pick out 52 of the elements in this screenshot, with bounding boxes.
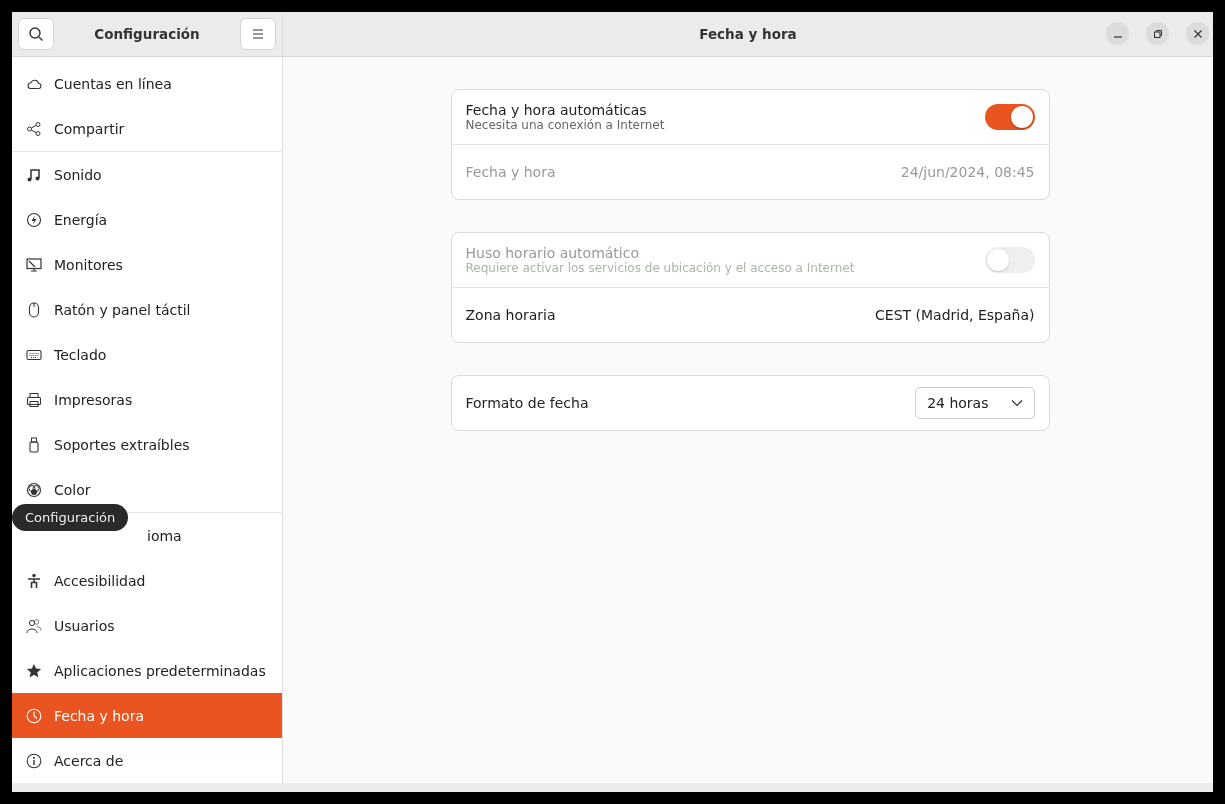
search-icon [28, 26, 44, 42]
restore-icon [1152, 28, 1163, 39]
lightning-icon [26, 211, 42, 228]
row-subtitle: Requiere activar los servicios de ubicación y el acceso a Internet [465, 261, 855, 275]
menu-icon [252, 29, 264, 39]
mouse-icon [26, 301, 42, 318]
row-label: Formato de fecha [465, 395, 589, 411]
search-button[interactable] [18, 18, 54, 50]
sidebar-item[interactable]: Impresoras [12, 377, 282, 422]
users-icon [26, 617, 42, 634]
row-label: Zona horaria [465, 307, 556, 323]
close-button[interactable] [1186, 22, 1209, 45]
clock-icon [26, 707, 42, 724]
row-label: Fecha y hora [465, 164, 556, 180]
sidebar-item[interactable]: Soportes extraíbles [12, 422, 282, 467]
window-title: Fecha y hora [699, 26, 797, 42]
chevron-down-icon [1010, 399, 1023, 407]
minimize-icon [1113, 35, 1122, 38]
star-icon [26, 662, 42, 679]
sidebar-item[interactable]: Fecha y hora [12, 693, 282, 738]
sidebar-item[interactable]: Sonido [12, 152, 282, 197]
sidebar-item[interactable]: Usuarios [12, 603, 282, 648]
monitor-icon [26, 256, 42, 273]
menu-button[interactable] [240, 18, 276, 50]
info-icon [26, 752, 42, 769]
printer-icon [26, 391, 42, 408]
row-value: 24/jun/2024, 08:45 [900, 164, 1035, 180]
row-label: Huso horario automático [465, 245, 640, 261]
restore-button[interactable] [1146, 22, 1169, 45]
sidebar-title: Configuración [94, 26, 200, 42]
tooltip: Configuración [12, 504, 129, 531]
sidebar-item[interactable]: Monitores [12, 242, 282, 287]
row-value: CEST (Madrid, España) [875, 307, 1035, 323]
music-note-icon [26, 166, 42, 183]
color-wheel-icon [26, 481, 42, 498]
usb-drive-icon [26, 436, 42, 453]
sidebar-item[interactable]: Compartir [12, 106, 282, 151]
toggle-switch[interactable] [984, 104, 1035, 130]
minimize-button[interactable] [1106, 22, 1129, 45]
sidebar-item[interactable]: Acerca de [12, 738, 282, 783]
share-icon [26, 120, 42, 137]
sidebar-item[interactable]: Teclado [12, 332, 282, 377]
sidebar-item[interactable]: Accesibilidad [12, 558, 282, 603]
row-subtitle: Necesita una conexión a Internet [465, 118, 665, 132]
close-icon [1192, 28, 1203, 39]
sidebar-item[interactable]: Cuentas en línea [12, 61, 282, 106]
sidebar-item[interactable]: Ratón y panel táctil [12, 287, 282, 332]
person-icon [26, 572, 42, 589]
sidebar-item[interactable]: Aplicaciones predeterminadas [12, 648, 282, 693]
format-dropdown[interactable]: 24 horas [915, 387, 1035, 419]
sidebar-item[interactable]: Energía [12, 197, 282, 242]
row-label: Fecha y hora automáticas [465, 102, 648, 118]
